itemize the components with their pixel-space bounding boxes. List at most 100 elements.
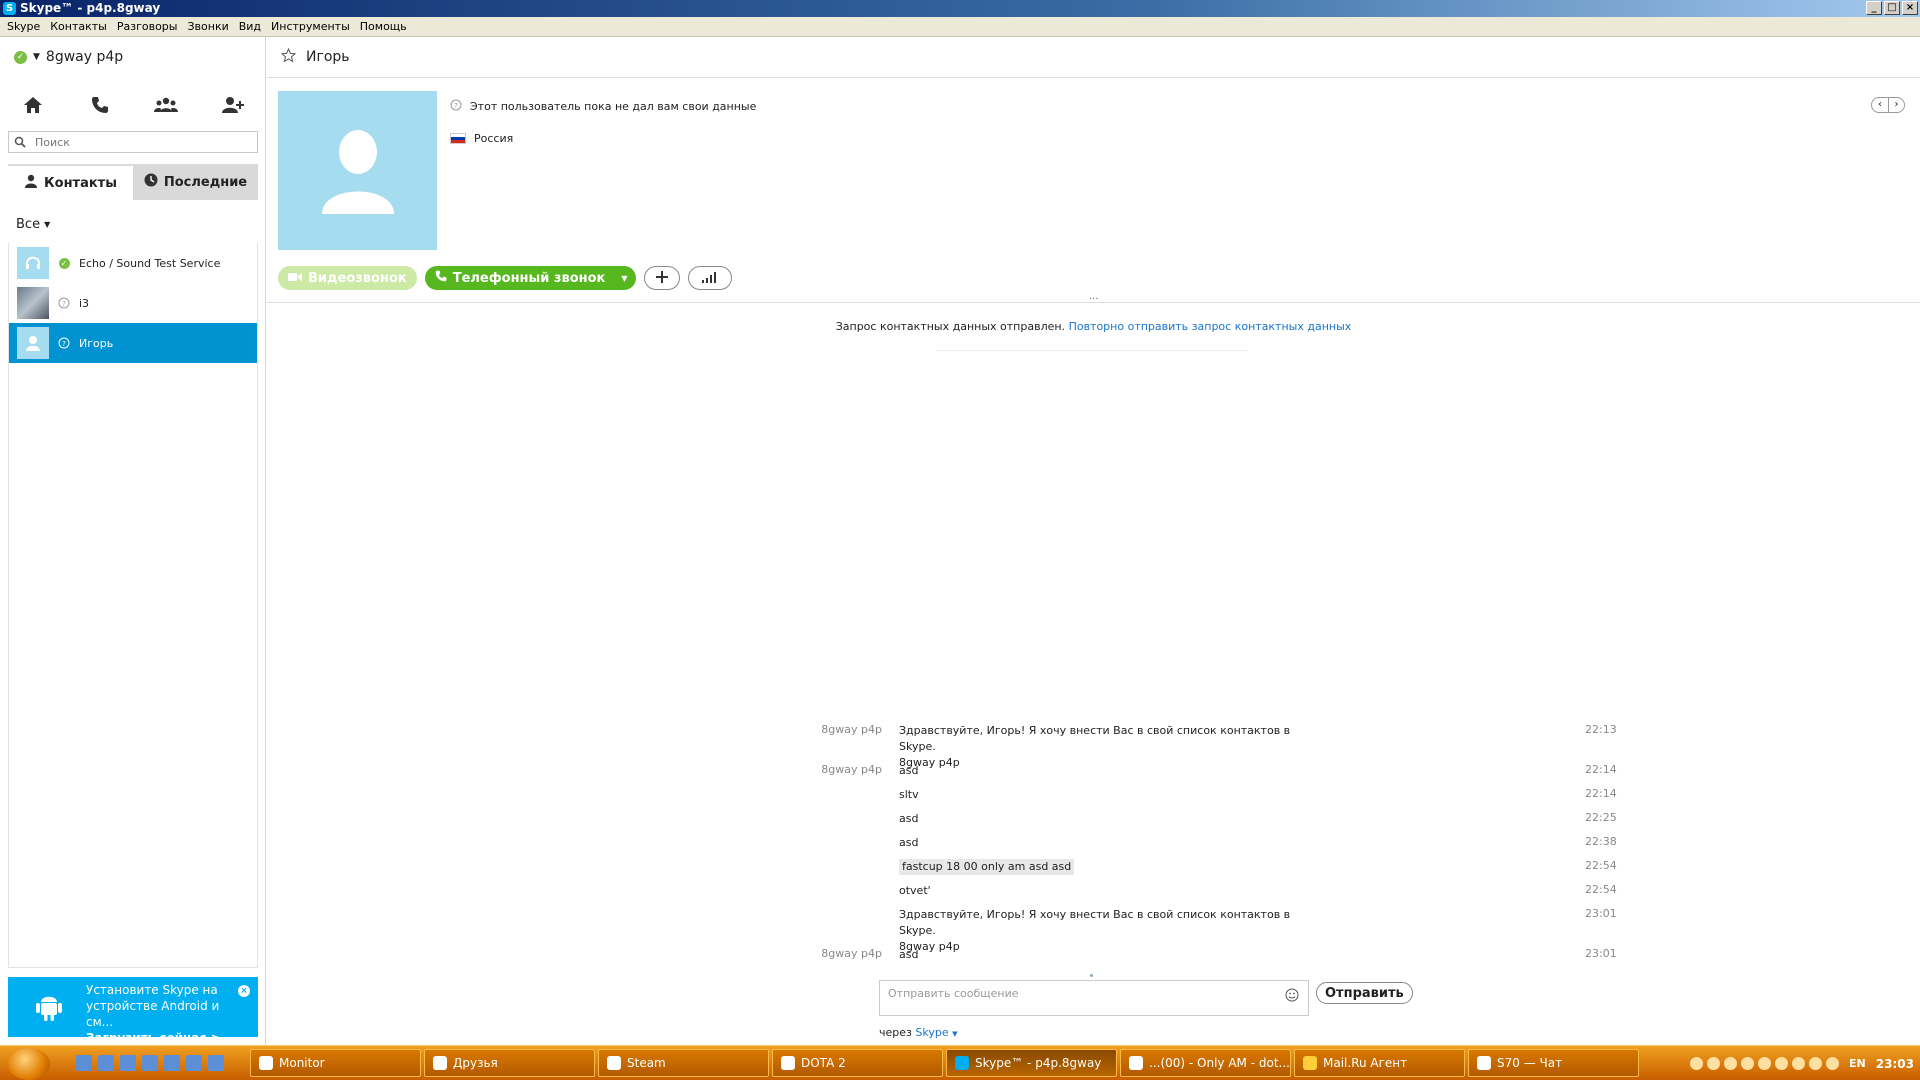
menu-tools[interactable]: Инструменты (266, 20, 355, 33)
skype-app-icon: S (3, 2, 16, 15)
taskbar-item[interactable]: ...(00) - Only AM - dot... (1120, 1049, 1291, 1077)
taskbar-item[interactable]: Steam (598, 1049, 769, 1077)
favorite-star-icon[interactable] (280, 47, 297, 67)
video-call-button[interactable]: Видеозвонок (278, 266, 417, 290)
plus-icon (655, 270, 668, 286)
clock[interactable]: 23:03 (1876, 1057, 1920, 1071)
taskbar-item[interactable]: Mail.Ru Агент (1294, 1049, 1465, 1077)
tray-icon[interactable] (1826, 1057, 1839, 1070)
message-line: Здравствуйте, Игорь! Я хочу внести Вас в… (899, 724, 1291, 753)
contact-item-igor[interactable]: ? Игорь (9, 323, 257, 363)
menu-conversations[interactable]: Разговоры (112, 20, 183, 33)
call-quality-button[interactable] (687, 266, 732, 290)
phone-icon[interactable] (84, 93, 116, 117)
message-time: 22:13 (1585, 723, 1617, 736)
window-title-bar: S Skype™ - p4p.8gway _ □ × (0, 0, 1920, 17)
tray-icon[interactable] (1707, 1057, 1720, 1070)
profile-name[interactable]: 8gway p4p (46, 49, 123, 65)
menu-skype[interactable]: Skype (2, 20, 45, 33)
home-icon[interactable] (17, 93, 49, 117)
tray-icon[interactable] (1724, 1057, 1737, 1070)
taskbar-item[interactable]: S70 — Чат (1468, 1049, 1639, 1077)
contact-filter-dropdown[interactable]: Все ▼ (16, 217, 50, 232)
emoticon-icon[interactable] (1285, 988, 1299, 1005)
contact-info-text: Этот пользователь пока не дал вам свои д… (470, 100, 757, 113)
window-title: Skype™ - p4p.8gway (20, 1, 161, 15)
menu-help[interactable]: Помощь (355, 20, 412, 33)
quicklaunch-icon[interactable] (142, 1055, 158, 1071)
taskbar-item-label: Друзья (453, 1056, 498, 1070)
volume-icon[interactable] (1775, 1057, 1788, 1070)
message-time: 22:54 (1585, 859, 1617, 872)
menu-bar: Skype Контакты Разговоры Звонки Вид Инст… (0, 17, 1920, 37)
quicklaunch-icon[interactable] (164, 1055, 180, 1071)
send-via-selector[interactable]: через Skype ▼ (879, 1026, 958, 1039)
close-promo-button[interactable]: × (238, 985, 250, 997)
filter-label: Все (16, 217, 41, 232)
add-button[interactable] (643, 266, 680, 290)
via-service[interactable]: Skype (915, 1026, 948, 1039)
task-buttons: Monitor Друзья Steam DOTA 2 Skype™ - p4p… (250, 1049, 1639, 1077)
taskbar-item[interactable]: Monitor (250, 1049, 421, 1077)
search-input[interactable] (8, 131, 258, 153)
profile-selector[interactable]: ✓ ▼ 8gway p4p (14, 49, 123, 65)
steam-icon (1477, 1056, 1491, 1070)
taskbar-item-skype[interactable]: Skype™ - p4p.8gway (946, 1049, 1117, 1077)
add-contact-icon[interactable] (217, 93, 249, 117)
message-text: asd (899, 764, 919, 777)
tab-contacts[interactable]: Контакты (8, 164, 133, 200)
quicklaunch-icon[interactable] (120, 1055, 136, 1071)
profile-pager: ‹ › (1871, 97, 1905, 113)
resize-handle[interactable]: ... (1089, 291, 1099, 302)
chevron-down-icon[interactable]: ▼ (33, 52, 40, 62)
quicklaunch-icon[interactable] (76, 1055, 92, 1071)
minimize-button[interactable]: _ (1866, 1, 1882, 15)
chevron-down-icon[interactable]: ▼ (621, 274, 627, 283)
message-sender: 8gway p4p (821, 763, 882, 776)
maximize-button[interactable]: □ (1884, 1, 1900, 15)
phone-call-button[interactable]: Телефонный звонок ▼ (424, 266, 636, 290)
contact-item-i3[interactable]: ? i3 (9, 283, 257, 323)
tray-icon[interactable] (1758, 1057, 1771, 1070)
menu-calls[interactable]: Звонки (182, 20, 233, 33)
close-button[interactable]: × (1902, 1, 1918, 15)
tray-icon[interactable] (1690, 1057, 1703, 1070)
group-icon[interactable] (150, 93, 182, 117)
resend-request-link[interactable]: Повторно отправить запрос контактных дан… (1069, 320, 1352, 333)
taskbar-item[interactable]: DOTA 2 (772, 1049, 943, 1077)
start-button[interactable] (8, 1048, 50, 1080)
contact-profile-picture (278, 91, 437, 250)
phone-call-label: Телефонный звонок (452, 270, 606, 286)
chevron-right-icon[interactable]: › (1888, 98, 1904, 112)
chevron-left-icon[interactable]: ‹ (1872, 98, 1888, 112)
quicklaunch-icon[interactable] (208, 1055, 224, 1071)
tray-icon[interactable] (1809, 1057, 1822, 1070)
chevron-down-icon[interactable]: ▼ (952, 1030, 957, 1038)
contact-country: Россия (474, 132, 514, 145)
contact-request-notice: Запрос контактных данных отправлен. Повт… (267, 320, 1920, 333)
menu-contacts[interactable]: Контакты (45, 20, 112, 33)
promo-download-link[interactable]: Загрузить сейчас > (86, 1030, 250, 1046)
quicklaunch-icon[interactable] (186, 1055, 202, 1071)
quicklaunch-icon[interactable] (98, 1055, 114, 1071)
svg-text:?: ? (62, 340, 66, 348)
taskbar-item[interactable]: Друзья (424, 1049, 595, 1077)
online-status-icon[interactable]: ✓ (14, 50, 27, 64)
quick-launch (76, 1055, 224, 1071)
message-time: 22:54 (1585, 883, 1617, 896)
russia-flag-icon (450, 133, 466, 144)
contact-item-echo[interactable]: ✓ Echo / Sound Test Service (9, 243, 257, 283)
message-sender: 8gway p4p (821, 723, 882, 736)
clock-icon (144, 173, 158, 191)
tray-icon[interactable] (1741, 1057, 1754, 1070)
chevron-down-icon: ▼ (44, 220, 51, 229)
menu-view[interactable]: Вид (234, 20, 266, 33)
pending-status-icon: ? (57, 296, 71, 310)
tray-icon[interactable] (1792, 1057, 1805, 1070)
send-button[interactable]: Отправить (1316, 982, 1413, 1004)
tab-recent[interactable]: Последние (133, 164, 258, 200)
message-time: 23:01 (1585, 907, 1617, 920)
language-indicator[interactable]: EN (1849, 1057, 1866, 1070)
android-promo-banner[interactable]: × Установите Skype на устройстве Android… (8, 977, 258, 1045)
message-input[interactable]: Отправить сообщение (879, 980, 1309, 1016)
